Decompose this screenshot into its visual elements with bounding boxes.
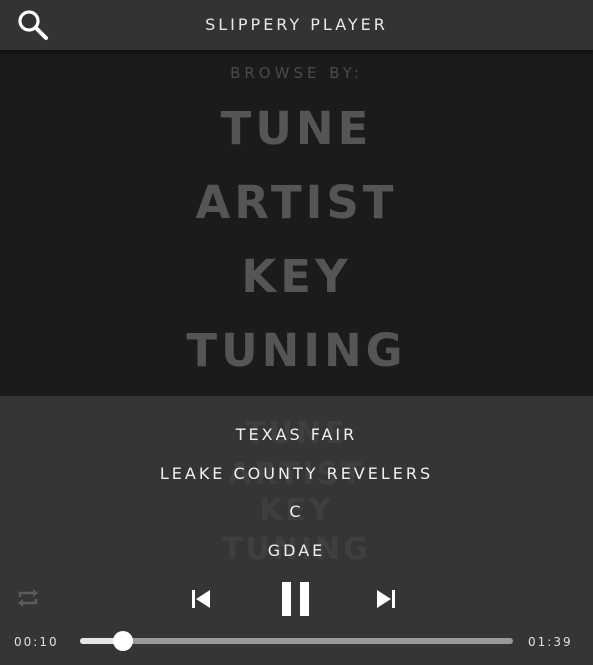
track-title: TEXAS FAIR (235, 425, 358, 444)
total-time: 01:39 (528, 635, 573, 649)
browse-panel: BROWSE BY: TUNE ARTIST KEY TUNING (0, 50, 593, 396)
track-key: C (289, 502, 304, 521)
current-time: 00:10 (14, 635, 59, 649)
previous-button[interactable] (189, 587, 213, 611)
progress-bar[interactable] (80, 631, 513, 651)
app-header: SLIPPERY PLAYER (0, 0, 593, 50)
skip-next-icon (377, 590, 395, 608)
browse-by-tune[interactable]: TUNE (0, 102, 593, 155)
repeat-icon (18, 589, 38, 607)
pause-icon (282, 582, 309, 616)
next-button[interactable] (374, 587, 398, 611)
track-tuning: GDAE (267, 541, 326, 560)
browse-by-artist[interactable]: ARTIST (0, 176, 593, 229)
now-playing-panel: TUNE ARTIST KEY TUNING TEXAS FAIR LEAKE … (0, 396, 593, 665)
browse-by-tuning[interactable]: TUNING (0, 324, 593, 377)
browse-label: BROWSE BY: (230, 64, 363, 82)
skip-previous-icon (192, 590, 210, 608)
progress-thumb[interactable] (113, 631, 134, 651)
browse-by-key[interactable]: KEY (0, 250, 593, 303)
pause-button[interactable] (279, 581, 313, 617)
repeat-button[interactable] (14, 585, 42, 611)
app-title: SLIPPERY PLAYER (205, 15, 388, 34)
track-artist: LEAKE COUNTY REVELERS (159, 464, 434, 483)
